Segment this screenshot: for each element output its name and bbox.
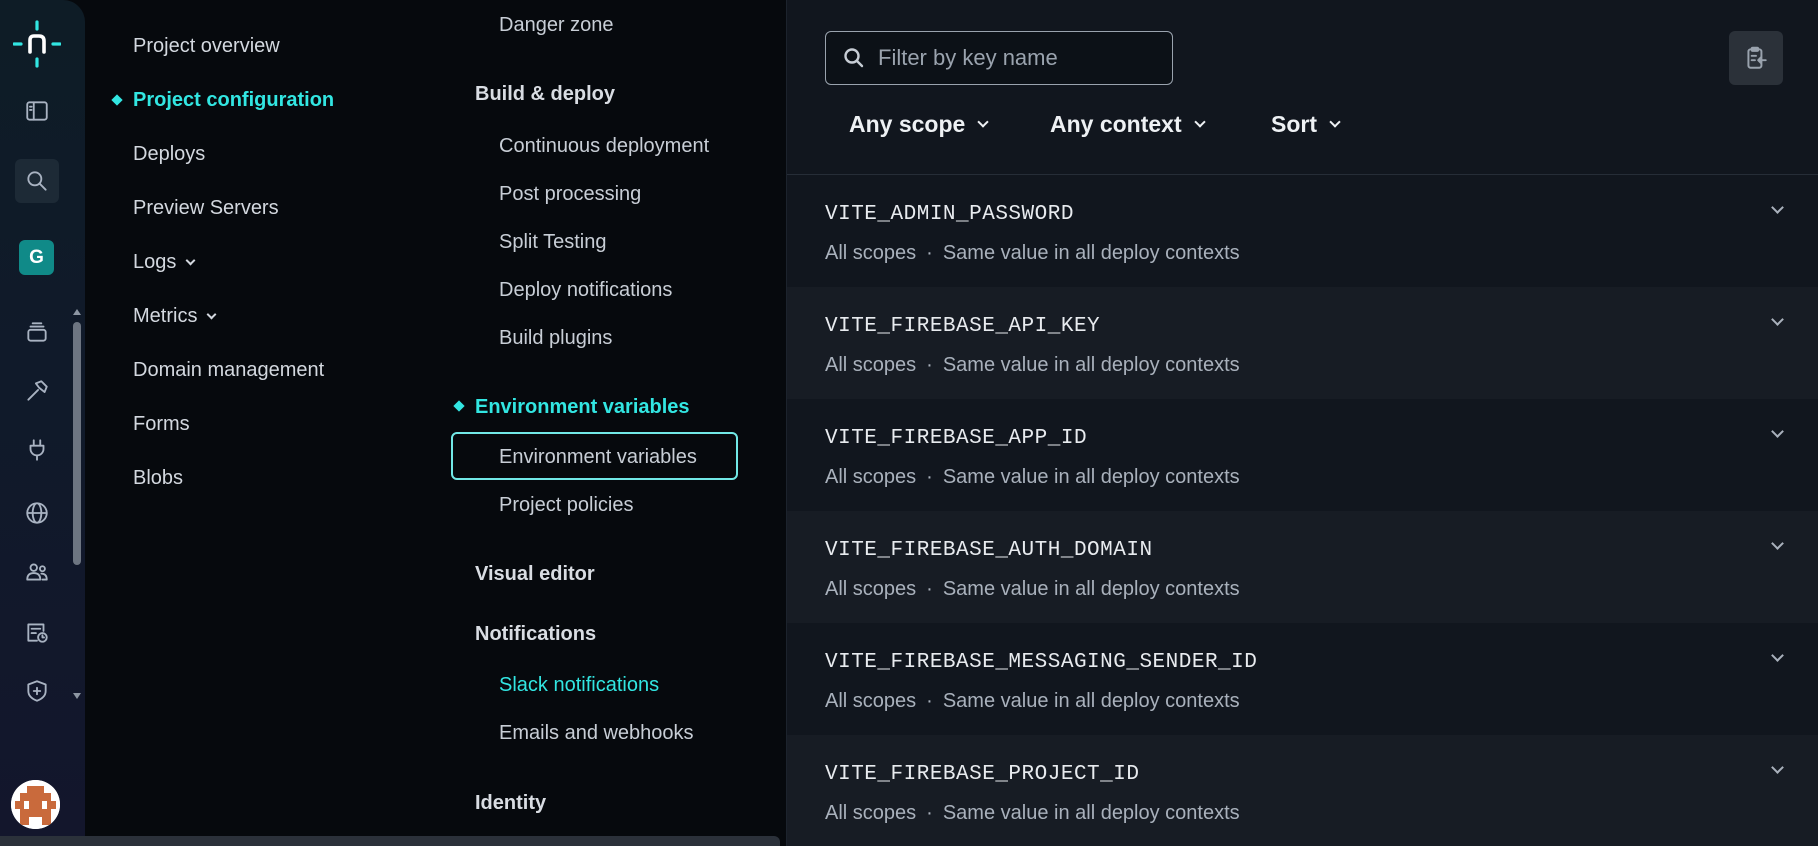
filter-label: Sort xyxy=(1271,111,1317,137)
scroll-down-arrow-icon[interactable] xyxy=(73,693,81,699)
env-vars-panel: Any scope Any context Sort VITE_ADMIN_PA… xyxy=(786,0,1818,846)
nav-item-label: Blobs xyxy=(133,467,184,489)
nav-item-preview-servers[interactable]: Preview Servers xyxy=(133,197,279,220)
configuration-subnav: Danger zone Build & deploy Continuous de… xyxy=(446,0,786,846)
chevron-down-icon[interactable] xyxy=(1771,425,1784,438)
search-field[interactable] xyxy=(825,31,1173,85)
billing-icon[interactable] xyxy=(20,615,54,649)
chevron-down-icon[interactable] xyxy=(1771,649,1784,662)
search-icon[interactable] xyxy=(15,159,59,203)
horizontal-scrollbar[interactable] xyxy=(0,836,780,846)
sort-dropdown[interactable]: Sort xyxy=(1271,111,1341,138)
members-icon[interactable] xyxy=(20,555,54,589)
nav-item-label: Preview Servers xyxy=(133,197,279,219)
sidebar-toggle-icon[interactable] xyxy=(20,94,54,128)
nav-item-label: Project configuration xyxy=(133,89,335,111)
team-icon[interactable]: G xyxy=(19,240,54,275)
subnav-item-environment-variables[interactable]: Environment variables xyxy=(499,446,697,469)
search-icon xyxy=(844,48,864,68)
import-variables-button[interactable] xyxy=(1729,31,1783,85)
subnav-item-project-policies[interactable]: Project policies xyxy=(499,494,634,517)
icon-rail: G xyxy=(0,0,85,846)
security-shield-icon[interactable] xyxy=(20,674,54,708)
project-nav: Project overview Project configuration D… xyxy=(86,0,446,846)
nav-item-label: Forms xyxy=(133,413,190,435)
env-var-key: VITE_ADMIN_PASSWORD xyxy=(825,203,1074,226)
filter-label: Any scope xyxy=(849,111,966,137)
env-var-meta: All scopes · Same value in all deploy cont… xyxy=(825,690,1240,712)
user-avatar[interactable] xyxy=(11,780,60,829)
builds-hammer-icon[interactable] xyxy=(20,374,54,408)
rail-scrollbar[interactable] xyxy=(71,305,83,703)
chevron-down-icon xyxy=(207,309,217,320)
subnav-item-slack-notifications[interactable]: Slack notifications xyxy=(499,674,659,697)
env-var-meta: All scopes · Same value in all deploy cont… xyxy=(825,802,1240,824)
scroll-up-arrow-icon[interactable] xyxy=(73,309,81,315)
env-var-row[interactable]: VITE_FIREBASE_API_KEY All scopes · Same va… xyxy=(787,287,1818,399)
subnav-item-continuous-deployment[interactable]: Continuous deployment xyxy=(499,135,709,158)
clipboard-import-icon xyxy=(1747,46,1767,69)
nav-item-label: Project overview xyxy=(133,35,280,57)
subnav-section-identity[interactable]: Identity xyxy=(475,792,546,815)
nav-item-project-configuration[interactable]: Project configuration xyxy=(133,89,334,112)
subnav-item-deploy-notifications[interactable]: Deploy notifications xyxy=(499,279,672,302)
chevron-down-icon[interactable] xyxy=(1771,201,1784,214)
nav-item-label: Deploys xyxy=(133,143,206,165)
filter-label: Any context xyxy=(1050,111,1182,137)
netlify-logo-icon[interactable] xyxy=(13,20,61,68)
filter-key-input[interactable] xyxy=(878,45,1158,71)
env-var-key: VITE_FIREBASE_MESSAGING_SENDER_ID xyxy=(825,651,1258,674)
chevron-down-icon[interactable] xyxy=(1771,761,1784,774)
env-var-row[interactable]: VITE_FIREBASE_AUTH_DOMAIN All scopes · Sam… xyxy=(787,511,1818,623)
env-var-key: VITE_FIREBASE_AUTH_DOMAIN xyxy=(825,539,1153,562)
env-var-row[interactable]: VITE_ADMIN_PASSWORD All scopes · Same valu… xyxy=(787,175,1818,287)
nav-item-domain-management[interactable]: Domain management xyxy=(133,359,324,382)
nav-item-label: Metrics xyxy=(133,305,198,327)
active-diamond-icon xyxy=(453,400,465,412)
env-var-row[interactable]: VITE_FIREBASE_MESSAGING_SENDER_ID All sc… xyxy=(787,623,1818,735)
integrations-plug-icon[interactable] xyxy=(20,433,54,467)
subnav-section-environment-variables[interactable]: Environment variables xyxy=(475,396,690,419)
subnav-item-emails-and-webhooks[interactable]: Emails and webhooks xyxy=(499,722,694,745)
nav-item-metrics[interactable]: Metrics xyxy=(133,305,217,328)
nav-item-blobs[interactable]: Blobs xyxy=(133,467,183,490)
env-var-meta: All scopes · Same value in all deploy cont… xyxy=(825,354,1240,376)
nav-item-logs[interactable]: Logs xyxy=(133,251,196,274)
env-var-meta: All scopes · Same value in all deploy cont… xyxy=(825,578,1240,600)
active-diamond-icon xyxy=(111,94,123,106)
chevron-down-icon xyxy=(1329,116,1341,128)
env-var-key: VITE_FIREBASE_APP_ID xyxy=(825,427,1088,450)
chevron-down-icon[interactable] xyxy=(1771,313,1784,326)
subnav-item-build-plugins[interactable]: Build plugins xyxy=(499,327,612,350)
env-var-meta: All scopes · Same value in all deploy cont… xyxy=(825,466,1240,488)
env-var-row[interactable]: VITE_FIREBASE_APP_ID All scopes · Same val… xyxy=(787,399,1818,511)
nav-item-forms[interactable]: Forms xyxy=(133,413,190,436)
subnav-section-build-deploy[interactable]: Build & deploy xyxy=(475,83,615,106)
chevron-down-icon xyxy=(977,116,989,128)
scrollbar-thumb[interactable] xyxy=(73,322,81,565)
chevron-down-icon[interactable] xyxy=(1771,537,1784,550)
subnav-section-visual-editor[interactable]: Visual editor xyxy=(475,563,595,586)
context-filter-dropdown[interactable]: Any context xyxy=(1050,111,1206,138)
scope-filter-dropdown[interactable]: Any scope xyxy=(849,111,989,138)
nav-item-label: Logs xyxy=(133,251,177,273)
env-var-key: VITE_FIREBASE_PROJECT_ID xyxy=(825,763,1140,786)
env-var-row[interactable]: VITE_FIREBASE_PROJECT_ID All scopes · Same… xyxy=(787,735,1818,846)
subnav-item-split-testing[interactable]: Split Testing xyxy=(499,231,606,254)
projects-stack-icon[interactable] xyxy=(20,315,54,349)
domains-globe-icon[interactable] xyxy=(20,496,54,530)
nav-item-project-overview[interactable]: Project overview xyxy=(133,35,280,58)
env-var-meta: All scopes · Same value in all deploy cont… xyxy=(825,242,1240,264)
nav-item-deploys[interactable]: Deploys xyxy=(133,143,205,166)
subnav-item-danger-zone[interactable]: Danger zone xyxy=(499,14,614,37)
subnav-section-notifications[interactable]: Notifications xyxy=(475,623,596,646)
env-var-key: VITE_FIREBASE_API_KEY xyxy=(825,315,1101,338)
chevron-down-icon xyxy=(185,255,196,266)
nav-item-label: Domain management xyxy=(133,359,325,381)
subnav-item-post-processing[interactable]: Post processing xyxy=(499,183,641,206)
chevron-down-icon xyxy=(1193,116,1206,128)
